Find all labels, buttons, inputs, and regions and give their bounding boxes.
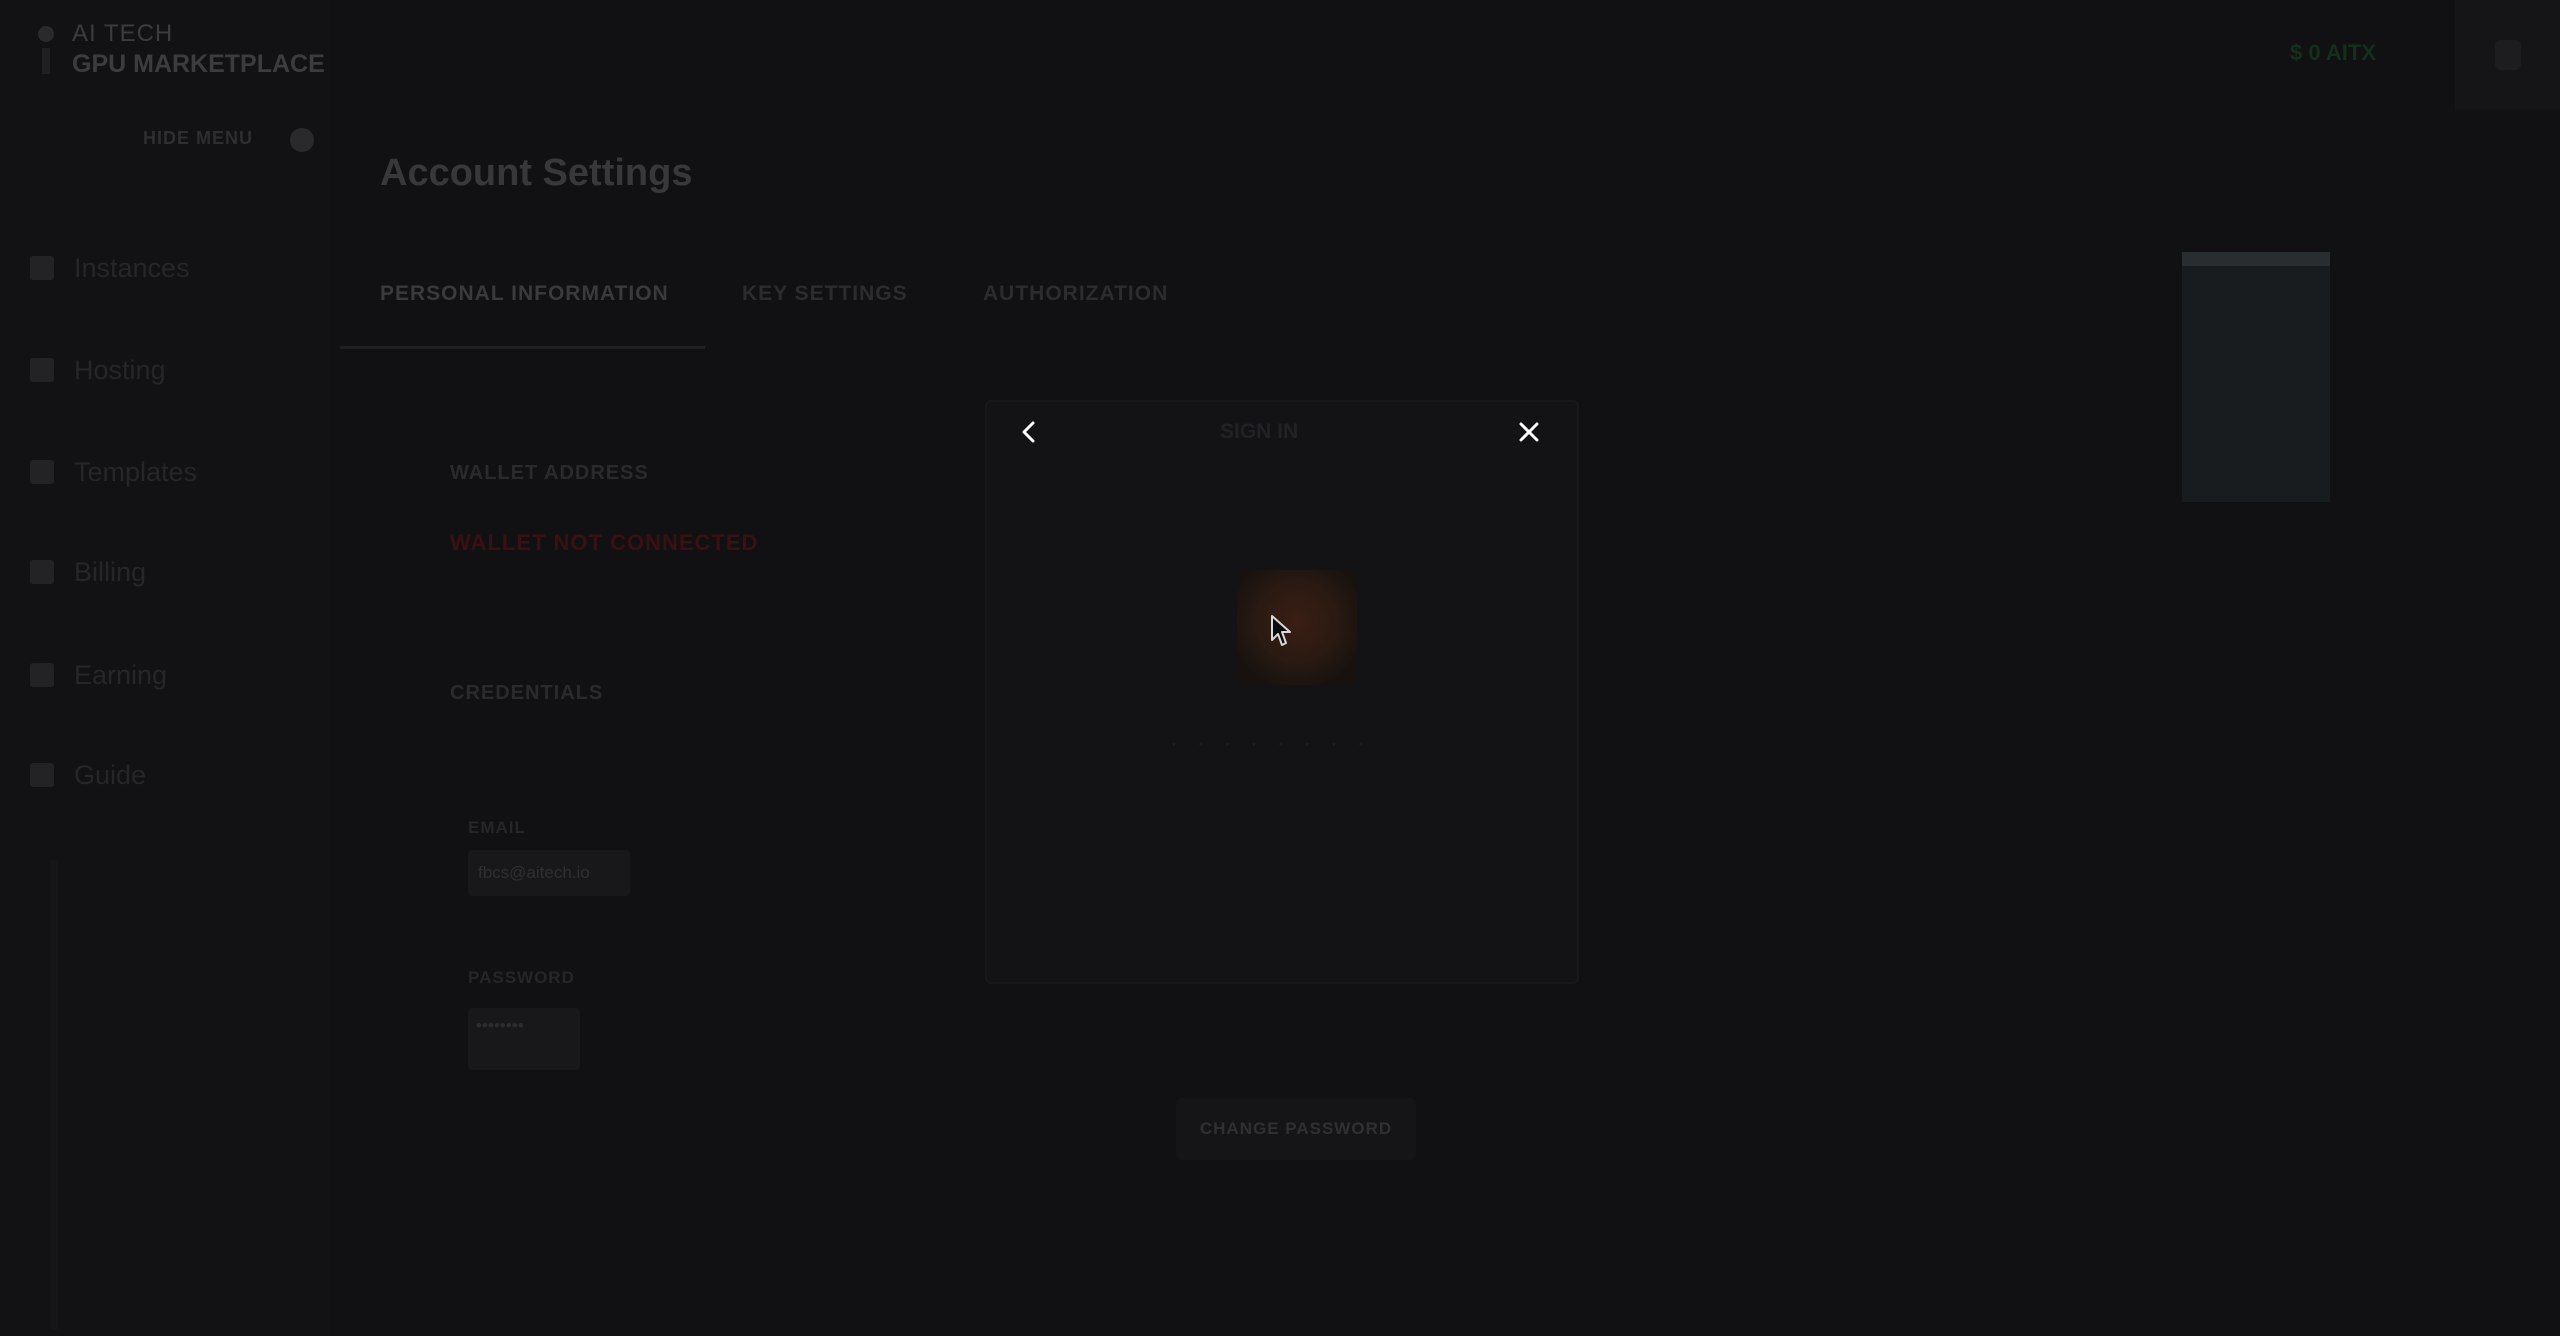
brand-name-bottom: GPU MARKETPLACE xyxy=(72,50,325,78)
sidebar-item-hosting[interactable]: Hosting xyxy=(30,350,166,390)
close-icon[interactable] xyxy=(1515,418,1543,446)
credentials-label: CREDENTIALS xyxy=(450,682,604,704)
logo-icon xyxy=(38,26,54,74)
sidebar-item-guide[interactable]: Guide xyxy=(30,755,146,795)
email-field[interactable]: fbcs@aitech.io xyxy=(468,850,630,896)
email-label: EMAIL xyxy=(468,818,526,837)
sidebar-item-label: Guide xyxy=(74,759,147,790)
sidebar-item-instances[interactable]: Instances xyxy=(30,248,190,288)
chevron-left-icon[interactable] xyxy=(1015,418,1043,446)
wallet-balance: $ 0 AITX xyxy=(2290,40,2376,65)
user-icon[interactable] xyxy=(2495,40,2521,70)
change-password-button[interactable]: CHANGE PASSWORD xyxy=(1176,1098,1416,1160)
password-label: PASSWORD xyxy=(468,968,575,987)
password-field[interactable]: •••••••• xyxy=(468,1008,580,1070)
brand-name-top: AI TECH xyxy=(72,20,174,47)
sidebar-item-label: Instances xyxy=(74,252,190,283)
sidebar-item-label: Templates xyxy=(74,456,198,487)
hide-menu-button[interactable]: HIDE MENU xyxy=(143,128,253,149)
sidebar-item-billing[interactable]: Billing xyxy=(30,552,146,592)
sidebar-item-earning[interactable]: Earning xyxy=(30,655,167,695)
wallet-address-label: WALLET ADDRESS xyxy=(450,462,649,484)
tab-personal-information[interactable]: PERSONAL INFORMATION xyxy=(380,282,669,306)
guide-icon xyxy=(30,763,54,787)
wallet-qr-image[interactable] xyxy=(1237,570,1357,685)
wallet-status: WALLET NOT CONNECTED xyxy=(450,530,759,555)
side-panel-card xyxy=(2182,252,2330,502)
sidebar: AI TECH GPU MARKETPLACE HIDE MENU Instan… xyxy=(0,0,330,1336)
sidebar-item-label: Earning xyxy=(74,659,168,690)
tab-authorization[interactable]: AUTHORIZATION xyxy=(983,282,1168,306)
billing-icon xyxy=(30,560,54,584)
instances-icon xyxy=(30,256,54,280)
hosting-icon xyxy=(30,358,54,382)
tab-key-settings[interactable]: KEY SETTINGS xyxy=(742,282,908,306)
active-tab-indicator xyxy=(340,346,705,349)
sidebar-divider xyxy=(50,860,58,1330)
sign-in-modal xyxy=(985,400,1579,984)
sidebar-item-templates[interactable]: Templates xyxy=(30,452,197,492)
mouse-cursor-icon xyxy=(1271,615,1291,646)
sidebar-item-label: Billing xyxy=(74,556,147,587)
templates-icon xyxy=(30,460,54,484)
earning-icon xyxy=(30,663,54,687)
collapse-menu-icon[interactable] xyxy=(290,128,314,152)
page-title: Account Settings xyxy=(380,152,693,194)
sidebar-item-label: Hosting xyxy=(74,354,166,385)
modal-info-text: · · · · · · · · xyxy=(1170,730,1371,757)
modal-title: SIGN IN xyxy=(1220,420,1299,443)
